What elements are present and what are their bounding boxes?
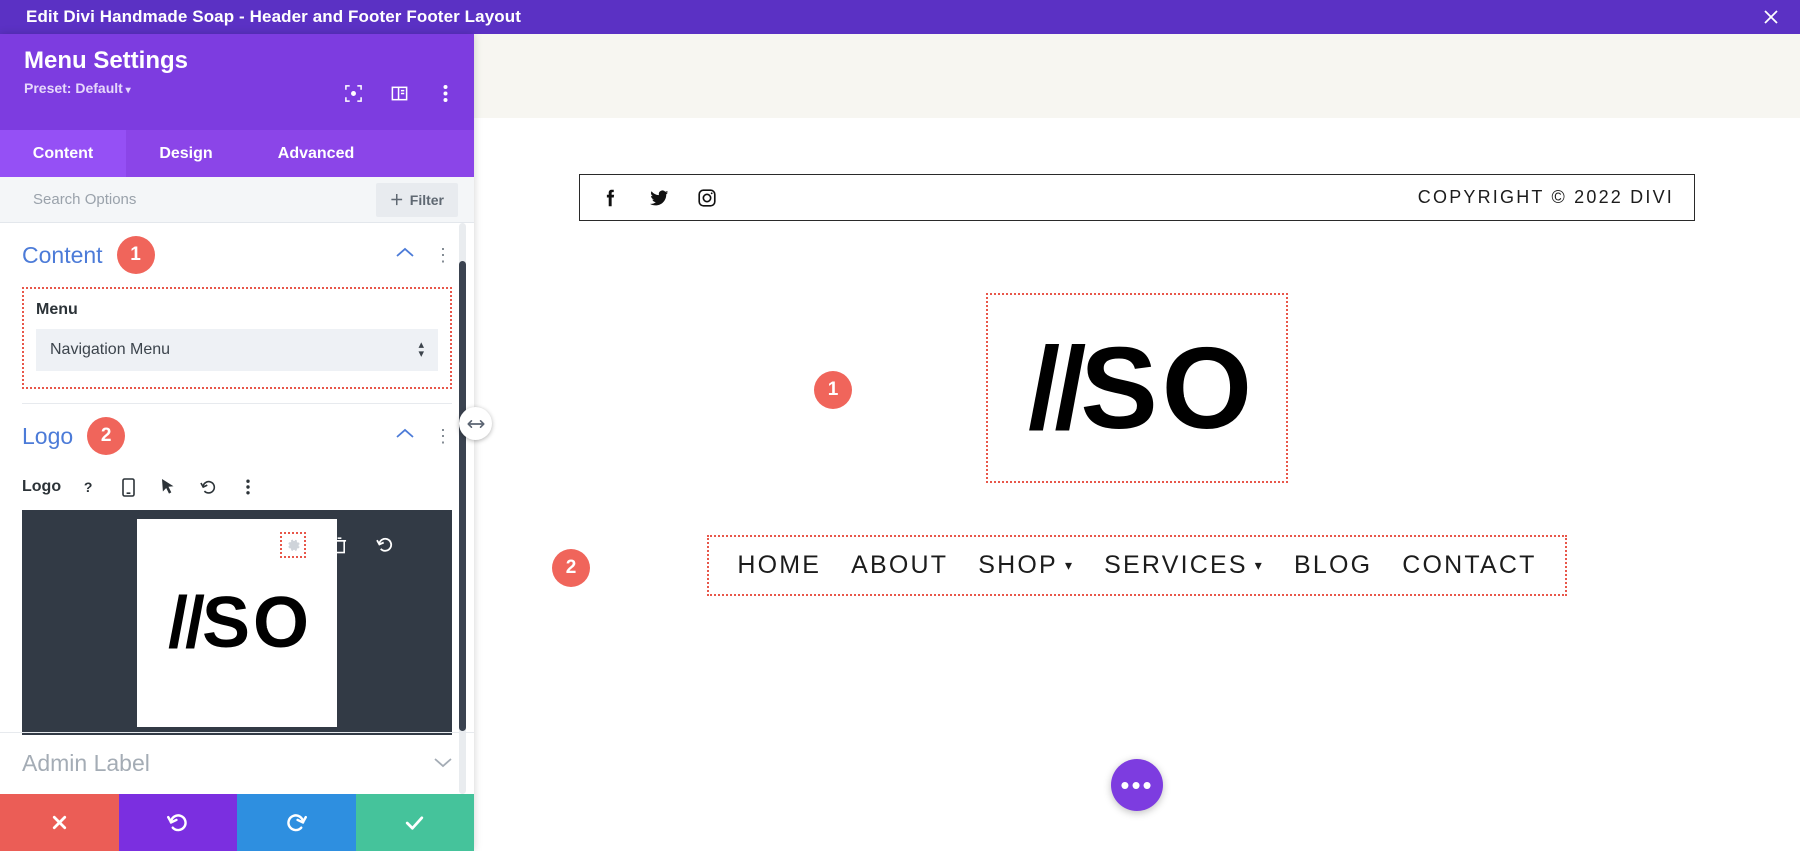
menu-module-block: 2 HOME ABOUT SHOP ▾ SERVICES ▾ BLOG CONT…	[474, 535, 1800, 596]
panel-header: Menu Settings Preset: Default ▾	[0, 34, 474, 130]
preset-label: Preset: Default	[24, 80, 123, 97]
kebab-icon[interactable]	[235, 474, 261, 500]
logo-module[interactable]: //S O AP	[985, 293, 1289, 483]
page-settings-fab[interactable]: •••	[1111, 759, 1163, 811]
logo-text-ap: AP	[1183, 371, 1225, 404]
menu-field-label: Menu	[36, 301, 78, 318]
mobile-icon[interactable]	[115, 474, 141, 500]
menu-module[interactable]: HOME ABOUT SHOP ▾ SERVICES ▾ BLOG CONTAC…	[707, 535, 1567, 596]
menu-select-value: Navigation Menu	[50, 341, 171, 358]
instagram-icon[interactable]	[696, 187, 718, 209]
contact-bar: hello@divihandmadesoap.com (266) 002-026…	[474, 34, 1800, 118]
section-title: Content	[22, 241, 103, 268]
chevron-up-icon[interactable]	[396, 246, 414, 264]
menu-item-label: SERVICES	[1104, 551, 1248, 579]
menu-select[interactable]: Navigation Menu ▴ ▾	[36, 329, 438, 371]
help-icon[interactable]: ?	[75, 474, 101, 500]
settings-tabs: Content Design Advanced	[0, 130, 474, 177]
logo-text-left: //S	[167, 582, 250, 663]
panel-title: Menu Settings	[24, 47, 189, 74]
plus-icon: ＋	[389, 191, 404, 208]
settings-body: Content 1 ⋮ Menu Navigation Menu ▴ ▾ Logo…	[0, 223, 474, 794]
window-titlebar: Edit Divi Handmade Soap - Header and Foo…	[0, 0, 1800, 34]
redo-button[interactable]	[237, 794, 356, 851]
menu-item-shop[interactable]: SHOP ▾	[978, 551, 1074, 580]
undo-button[interactable]	[118, 794, 237, 851]
chevron-up-icon[interactable]	[396, 427, 414, 445]
layout-icon[interactable]	[388, 82, 410, 104]
chevron-down-icon[interactable]	[434, 755, 452, 773]
search-input[interactable]	[0, 191, 376, 208]
window-title: Edit Divi Handmade Soap - Header and Foo…	[26, 7, 521, 26]
module-settings-panel: Menu Settings Preset: Default ▾ Content …	[0, 34, 474, 851]
section-number-badge-1: 1	[116, 236, 155, 274]
filter-button[interactable]: ＋ Filter	[375, 182, 458, 217]
tab-design[interactable]: Design	[126, 130, 246, 177]
logo-text-ap: AP	[266, 611, 293, 633]
menu-item-about[interactable]: ABOUT	[851, 551, 948, 580]
social-copyright-bar: COPYRIGHT © 2022 DIVI	[579, 174, 1695, 221]
close-icon[interactable]	[1760, 6, 1782, 28]
panel-resize-handle[interactable]	[459, 407, 492, 440]
search-row: ＋ Filter	[0, 177, 474, 223]
menu-item-label: ABOUT	[851, 551, 949, 579]
section-title: Logo	[22, 422, 74, 449]
scrollbar-thumb[interactable]	[459, 261, 466, 731]
section-logo-header[interactable]: Logo 2 ⋮	[0, 404, 474, 468]
kebab-icon[interactable]: ⋮	[434, 427, 452, 445]
logo-image-preview[interactable]: //S O AP	[22, 510, 452, 735]
section-title: Admin Label	[22, 750, 150, 776]
section-admin-label-header[interactable]: Admin Label	[0, 732, 474, 794]
menu-item-services[interactable]: SERVICES ▾	[1104, 551, 1264, 580]
module-number-badge-1: 1	[814, 371, 852, 409]
panel-action-bar	[0, 794, 474, 851]
reset-icon[interactable]	[195, 474, 221, 500]
logo-module-block: 1 //S O AP	[474, 293, 1800, 483]
menu-item-label: HOME	[737, 551, 822, 579]
trash-icon[interactable]	[326, 532, 352, 558]
tab-advanced[interactable]: Advanced	[246, 130, 386, 177]
kebab-icon[interactable]	[434, 82, 456, 104]
cancel-button[interactable]	[0, 794, 119, 851]
expand-icon[interactable]	[342, 82, 364, 104]
undo-icon[interactable]	[372, 532, 398, 558]
section-content-header[interactable]: Content 1 ⋮	[0, 223, 474, 287]
menu-item-home[interactable]: HOME	[737, 551, 821, 580]
menu-item-label: SHOP	[978, 551, 1058, 579]
gear-icon[interactable]	[280, 532, 306, 558]
menu-field-group: Menu Navigation Menu ▴ ▾	[22, 287, 452, 389]
save-button[interactable]	[355, 794, 474, 851]
layout-preview: hello@divihandmadesoap.com (266) 002-026…	[474, 34, 1800, 851]
module-number-badge-2: 2	[552, 549, 590, 587]
twitter-icon[interactable]	[648, 187, 670, 209]
menu-item-label: BLOG	[1293, 551, 1373, 579]
logo-field-label: Logo	[22, 478, 62, 495]
logo-text-left: //S	[1027, 323, 1158, 453]
menu-item-label: CONTACT	[1402, 551, 1537, 579]
logo-field-row: Logo ?	[0, 468, 474, 510]
copyright-text: COPYRIGHT © 2022 DIVI	[1417, 187, 1674, 207]
tab-content[interactable]: Content	[0, 130, 126, 177]
kebab-icon[interactable]: ⋮	[434, 246, 452, 264]
chevron-down-icon: ▾	[1064, 557, 1075, 573]
chevron-down-icon: ▾	[1254, 557, 1264, 573]
facebook-icon[interactable]	[600, 187, 622, 209]
ellipsis-icon: •••	[1120, 770, 1154, 800]
filter-label: Filter	[409, 191, 444, 208]
section-number-badge-2: 2	[87, 417, 126, 455]
menu-item-contact[interactable]: CONTACT	[1402, 551, 1536, 580]
chevron-updown-icon: ▴ ▾	[418, 339, 424, 360]
menu-item-blog[interactable]: BLOG	[1294, 551, 1372, 580]
cursor-icon[interactable]	[155, 474, 181, 500]
chevron-down-icon: ▾	[122, 85, 131, 97]
